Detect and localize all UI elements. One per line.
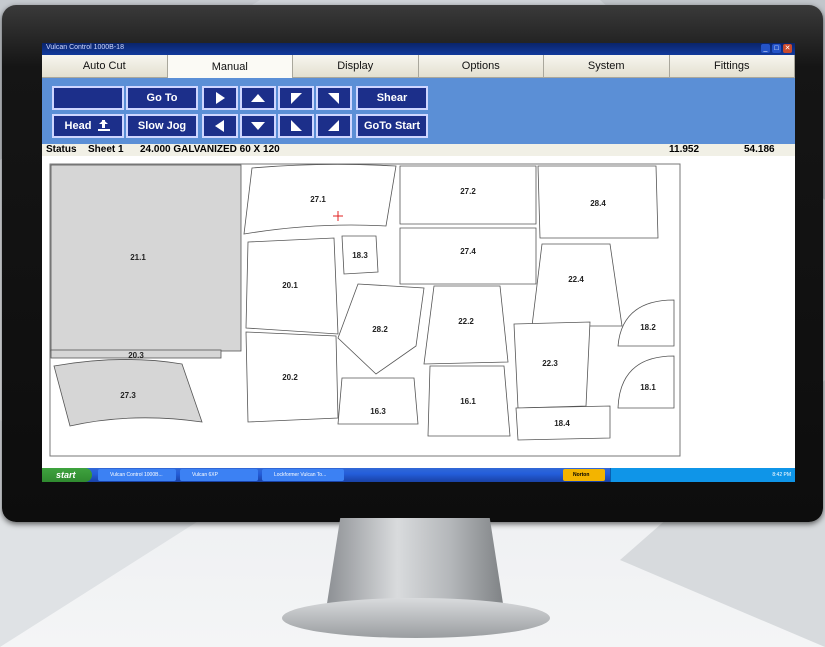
status-label: Status [46, 144, 77, 155]
tab-display[interactable]: Display [293, 55, 419, 78]
task-lockformer[interactable]: Lockformer Vulcan To... [262, 469, 344, 481]
go-to-button[interactable]: Go To [126, 86, 198, 110]
x-coordinate: 11.952 [669, 144, 700, 155]
part-label-28-4: 28.4 [590, 199, 606, 208]
part-label-18-3: 18.3 [352, 251, 368, 260]
nesting-canvas: 21.1 20.3 27.3 27.1 18.3 20.1 20.2 28.2 … [49, 163, 681, 457]
norton-button[interactable]: Norton [563, 469, 605, 481]
part-label-18-4: 18.4 [554, 419, 570, 428]
part-label-27-4: 27.4 [460, 247, 476, 256]
jog-up-left-button[interactable] [278, 114, 314, 138]
jog-down-right-button[interactable] [316, 114, 352, 138]
menu-tabs: Auto Cut Manual Display Options System F… [42, 55, 795, 78]
head-down-icon [98, 120, 111, 131]
window-title-bar: Vulcan Control 1000B-18 _ □ ✕ [42, 43, 795, 55]
part-22-4[interactable] [531, 243, 623, 327]
y-coordinate: 54.186 [744, 144, 775, 155]
monitor-stand-neck [326, 518, 504, 610]
arrow-diagonal-down-left-icon [291, 120, 302, 131]
taskbar: start Vulcan Control 1000B... Vulcan 6XP… [42, 468, 795, 482]
part-label-21-1: 21.1 [130, 253, 146, 262]
task-vulcan-6xp[interactable]: Vulcan 6XP [180, 469, 258, 481]
shear-label: Shear [376, 92, 408, 104]
slow-jog-label: Slow Jog [137, 120, 187, 132]
jog-left-button[interactable] [202, 114, 238, 138]
start-button[interactable]: start [42, 468, 92, 482]
part-label-27-1: 27.1 [310, 195, 326, 204]
slow-jog-button[interactable]: Slow Jog [126, 114, 198, 138]
part-27-4[interactable] [399, 227, 537, 285]
part-label-18-2: 18.2 [640, 323, 656, 332]
part-label-22-2: 22.2 [458, 317, 474, 326]
part-label-27-2: 27.2 [460, 187, 476, 196]
go-to-label: Go To [146, 92, 178, 104]
task-label: Vulcan 6XP [192, 472, 218, 478]
task-label: Lockformer Vulcan To... [274, 472, 327, 478]
monitor-stand-base [282, 598, 550, 638]
blank-button[interactable] [52, 86, 124, 110]
maximize-icon[interactable]: □ [772, 44, 781, 53]
window-title: Vulcan Control 1000B-18 [46, 44, 124, 51]
jog-down-button[interactable] [240, 114, 276, 138]
goto-start-button[interactable]: GoTo Start [356, 114, 428, 138]
clock: 8:42 PM [772, 472, 791, 478]
norton-label: Norton [573, 472, 590, 478]
arrow-down-icon [251, 122, 265, 130]
tab-options[interactable]: Options [418, 55, 544, 78]
tab-fittings[interactable]: Fittings [669, 55, 795, 78]
part-label-20-1: 20.1 [282, 281, 298, 290]
arrow-left-icon [215, 120, 224, 132]
start-label: start [56, 470, 76, 480]
part-label-16-3: 16.3 [370, 407, 386, 416]
part-label-22-3: 22.3 [542, 359, 558, 368]
tab-system[interactable]: System [544, 55, 670, 78]
head-button[interactable]: Head [52, 114, 124, 138]
screen: Vulcan Control 1000B-18 _ □ ✕ Auto Cut M… [42, 43, 795, 482]
manual-toolbar: Go To Shear Head Slow Jog GoTo Start [42, 78, 795, 144]
system-tray: 8:42 PM [610, 468, 795, 482]
jog-up-button[interactable] [240, 86, 276, 110]
minimize-icon[interactable]: _ [761, 44, 770, 53]
part-label-20-3: 20.3 [128, 351, 144, 360]
material-label: 24.000 GALVANIZED 60 X 120 [140, 144, 280, 155]
jog-up-right-button[interactable] [316, 86, 352, 110]
tab-manual[interactable]: Manual [167, 55, 293, 78]
nesting-sheet: 21.1 20.3 27.3 27.1 18.3 20.1 20.2 28.2 … [42, 156, 795, 463]
part-16-3[interactable] [337, 377, 419, 425]
tab-auto-cut[interactable]: Auto Cut [42, 55, 168, 78]
arrow-right-icon [216, 92, 225, 104]
part-label-16-1: 16.1 [460, 397, 476, 406]
part-21-1[interactable] [50, 164, 242, 352]
part-label-27-3: 27.3 [120, 391, 136, 400]
part-label-20-2: 20.2 [282, 373, 298, 382]
shear-button[interactable]: Shear [356, 86, 428, 110]
close-icon[interactable]: ✕ [783, 44, 792, 53]
part-label-28-2: 28.2 [372, 325, 388, 334]
jog-down-left-button[interactable] [278, 86, 314, 110]
part-label-18-1: 18.1 [640, 383, 656, 392]
head-label: Head [64, 120, 92, 132]
part-label-22-4: 22.4 [568, 275, 584, 284]
arrow-diagonal-up-right-icon [328, 93, 339, 104]
goto-start-label: GoTo Start [363, 120, 420, 132]
sheet-label: Sheet 1 [88, 144, 124, 155]
jog-right-button[interactable] [202, 86, 238, 110]
arrow-diagonal-down-right-icon [328, 120, 339, 131]
arrow-up-icon [251, 94, 265, 102]
task-label: Vulcan Control 1000B... [110, 472, 163, 478]
task-vulcan-control[interactable]: Vulcan Control 1000B... [98, 469, 176, 481]
arrow-diagonal-up-left-icon [291, 93, 302, 104]
